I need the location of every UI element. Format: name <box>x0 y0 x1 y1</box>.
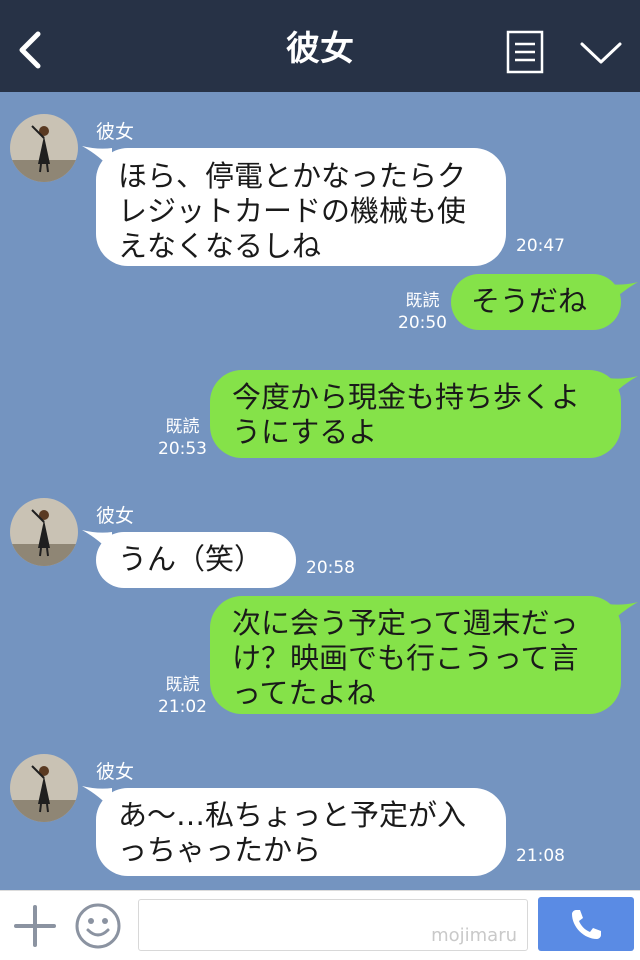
sender-name: 彼女 <box>96 761 135 783</box>
plus-icon <box>14 905 56 947</box>
message-line: うにするよ <box>232 415 378 449</box>
avatar-photo-icon <box>10 754 78 822</box>
message-line: あ〜…私ちょっと予定が入 <box>118 798 467 832</box>
emoji-button[interactable] <box>74 902 122 950</box>
read-label: 既読 <box>165 675 200 695</box>
message-line: ってたよね <box>232 676 376 710</box>
message-time: 20:50 <box>398 313 447 333</box>
read-status: 既読 20:50 <box>398 290 447 334</box>
read-status: 既読 21:02 <box>158 674 207 718</box>
avatar-photo-icon <box>10 498 78 566</box>
expand-button[interactable] <box>578 36 624 70</box>
read-label: 既読 <box>405 291 440 311</box>
avatar[interactable] <box>10 114 78 182</box>
message-time: 20:47 <box>516 236 565 256</box>
message-bubble[interactable]: あ〜…私ちょっと予定が入 っちゃったから <box>96 788 506 876</box>
watermark-label: mojimaru <box>431 925 517 946</box>
message-time: 20:58 <box>306 558 355 578</box>
avatar-photo-icon <box>10 114 78 182</box>
chevron-down-icon <box>580 42 622 64</box>
add-attachment-button[interactable] <box>14 905 56 947</box>
phone-icon <box>572 910 601 939</box>
chat-title: 彼女 <box>286 29 354 69</box>
message-bubble[interactable]: うん（笑） <box>96 532 296 588</box>
message-line: 今度から現金も持ち歩くよ <box>232 380 581 414</box>
sender-name: 彼女 <box>96 505 135 527</box>
read-label: 既読 <box>165 417 200 437</box>
smiley-icon <box>75 903 121 949</box>
message-line: そうだね <box>471 284 588 318</box>
message-line: け？映画でも行こうって言 <box>232 641 579 675</box>
message-line: っちゃったから <box>118 833 322 867</box>
avatar[interactable] <box>10 498 78 566</box>
message-line: レジットカードの機械も使 <box>118 194 467 228</box>
note-menu-button[interactable] <box>506 30 544 74</box>
chat-header: 彼女 <box>0 0 640 92</box>
message-line: 次に会う予定って週末だっ <box>232 606 579 640</box>
sender-name: 彼女 <box>96 121 135 143</box>
message-line: えなくなるしね <box>118 229 322 263</box>
message-time: 21:08 <box>516 846 565 866</box>
message-bubble[interactable]: ほら、停電とかなったらク レジットカードの機械も使 えなくなるしね <box>96 148 506 266</box>
call-button[interactable] <box>538 897 634 951</box>
message-line: ほら、停電とかなったらク <box>118 159 467 193</box>
read-status: 既読 20:53 <box>158 416 207 460</box>
message-line: うん（笑） <box>118 542 264 576</box>
input-bar: mojimaru <box>0 890 640 960</box>
message-bubble[interactable]: 次に会う予定って週末だっ け？映画でも行こうって言 ってたよね <box>210 596 621 714</box>
note-menu-icon <box>506 30 544 74</box>
message-time: 20:53 <box>158 439 207 459</box>
message-bubble[interactable]: そうだね <box>451 274 621 330</box>
message-time: 21:02 <box>158 697 207 717</box>
avatar[interactable] <box>10 754 78 822</box>
message-bubble[interactable]: 今度から現金も持ち歩くよ うにするよ <box>210 370 621 458</box>
message-input[interactable]: mojimaru <box>138 899 528 951</box>
